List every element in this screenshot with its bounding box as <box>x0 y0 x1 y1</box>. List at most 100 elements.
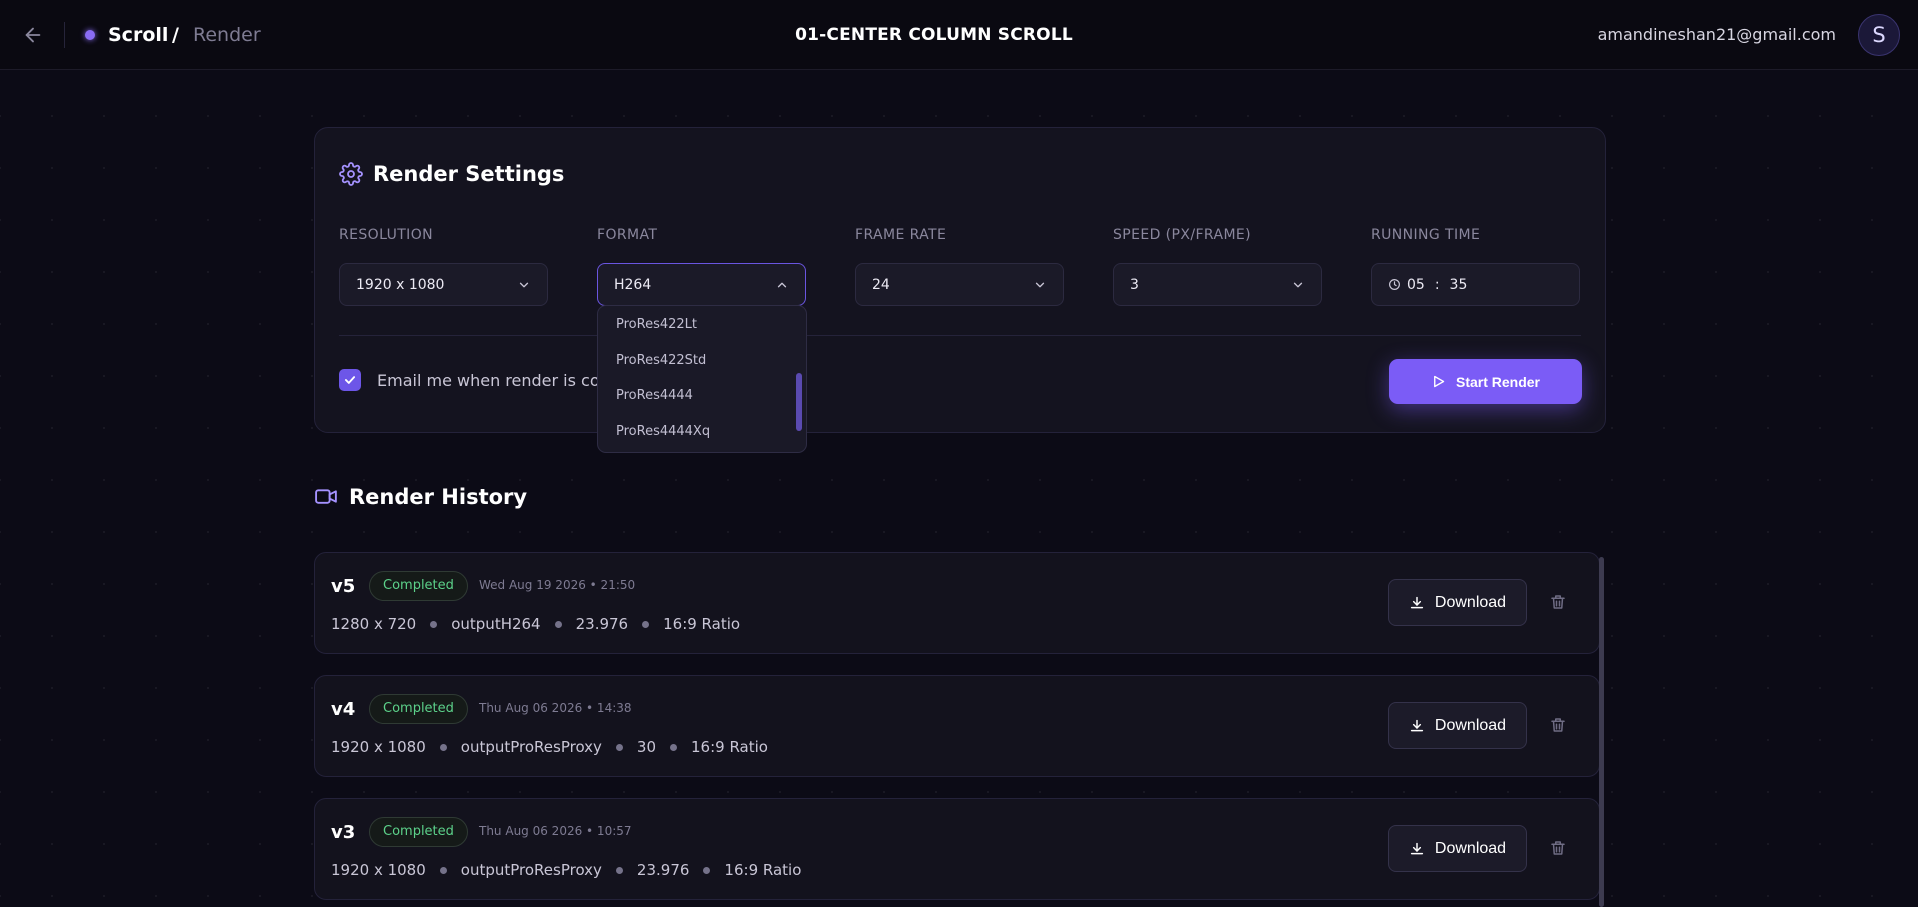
meta-dot <box>430 620 438 628</box>
status-badge: Completed <box>369 571 468 601</box>
format-option[interactable]: ProRes4444 <box>598 378 806 414</box>
render-settings-title: Render Settings <box>373 162 565 186</box>
resolution-field: RESOLUTION 1920 x 1080 <box>339 225 548 306</box>
format-dropdown-menu: ProRes422Lt ProRes422Std ProRes4444 ProR… <box>597 305 807 453</box>
download-label: Download <box>1434 593 1507 611</box>
check-icon <box>344 376 356 384</box>
download-icon <box>1410 719 1423 731</box>
history-row: v5 Completed Wed Aug 19 2026 • 21:50 128… <box>314 552 1600 654</box>
download-button[interactable]: Download <box>1388 702 1527 749</box>
row-date: Thu Aug 06 2026 • 10:57 <box>479 824 632 838</box>
row-ratio: 16:9 Ratio <box>724 861 802 879</box>
row-resolution: 1280 x 720 <box>331 615 417 633</box>
speed-field: SPEED (PX/FRAME) 3 <box>1113 225 1322 306</box>
meta-dot <box>439 866 447 874</box>
delete-button[interactable] <box>1547 714 1569 736</box>
format-select[interactable]: H264 <box>597 263 806 306</box>
running-time-field: RUNNING TIME 05 : 35 <box>1371 225 1580 306</box>
chevron-down-icon <box>1035 282 1045 287</box>
speed-label: SPEED (PX/FRAME) <box>1113 227 1252 243</box>
chevron-up-icon <box>777 282 787 287</box>
frame-rate-label: FRAME RATE <box>855 227 947 243</box>
trash-icon <box>1551 595 1565 609</box>
meta-dot <box>642 620 650 628</box>
meta-dot <box>615 743 623 751</box>
speed-select[interactable]: 3 <box>1113 263 1322 306</box>
meta-dot <box>703 866 711 874</box>
row-date: Wed Aug 19 2026 • 21:50 <box>479 578 636 592</box>
download-button[interactable]: Download <box>1388 579 1527 626</box>
frame-rate-field: FRAME RATE 24 <box>855 225 1064 306</box>
play-icon <box>1434 375 1445 388</box>
top-bar: Scroll / Render 01-CENTER COLUMN SCROLL … <box>0 0 1918 70</box>
download-icon <box>1410 842 1423 854</box>
delete-button[interactable] <box>1547 837 1569 859</box>
format-label: FORMAT <box>597 227 658 243</box>
delete-button[interactable] <box>1547 591 1569 613</box>
gear-icon <box>339 162 363 186</box>
running-time-label: RUNNING TIME <box>1371 227 1481 243</box>
frame-rate-select[interactable]: 24 <box>855 263 1064 306</box>
email-notify-checkbox[interactable] <box>339 369 361 391</box>
running-time-input[interactable]: 05 : 35 <box>1371 263 1580 306</box>
row-meta: 1280 x 720 outputH264 23.976 16:9 Ratio <box>331 615 740 633</box>
format-option[interactable]: ProRes422Std <box>598 343 806 379</box>
user-email: amandineshan21@gmail.com <box>1597 25 1836 44</box>
status-badge: Completed <box>369 817 468 847</box>
chevron-down-icon <box>519 282 529 287</box>
download-button[interactable]: Download <box>1388 825 1527 872</box>
resolution-value: 1920 x 1080 <box>356 276 445 293</box>
render-history-header: Render History <box>314 484 527 509</box>
format-field: FORMAT H264 <box>597 225 806 306</box>
row-output: outputH264 <box>451 615 541 633</box>
meta-dot <box>670 743 678 751</box>
resolution-label: RESOLUTION <box>339 227 434 243</box>
render-history-title: Render History <box>349 484 528 509</box>
row-meta: 1920 x 1080 outputProResProxy 30 16:9 Ra… <box>331 738 768 756</box>
row-version: v4 <box>331 699 356 720</box>
chevron-down-icon <box>1293 282 1303 287</box>
trash-icon <box>1551 718 1565 732</box>
start-render-button[interactable]: Start Render <box>1389 359 1582 404</box>
dropdown-scrollbar[interactable] <box>796 373 802 431</box>
trash-icon <box>1551 841 1565 855</box>
video-camera-icon <box>315 489 337 504</box>
row-version: v3 <box>331 822 356 843</box>
row-fps: 23.976 <box>575 615 629 633</box>
start-render-label: Start Render <box>1455 373 1541 390</box>
row-output: outputProResProxy <box>460 738 602 756</box>
resolution-select[interactable]: 1920 x 1080 <box>339 263 548 306</box>
avatar[interactable]: S <box>1858 14 1900 56</box>
status-badge: Completed <box>369 694 468 724</box>
download-label: Download <box>1434 839 1507 857</box>
running-time-minutes[interactable]: 05 <box>1407 277 1425 293</box>
meta-dot <box>554 620 562 628</box>
history-row: v4 Completed Thu Aug 06 2026 • 14:38 192… <box>314 675 1600 777</box>
download-label: Download <box>1434 716 1507 734</box>
format-option[interactable]: ProRes4444Xq <box>598 414 806 450</box>
format-value: H264 <box>614 276 652 293</box>
clock-icon <box>1389 279 1400 290</box>
row-date: Thu Aug 06 2026 • 14:38 <box>479 701 632 715</box>
download-icon <box>1410 596 1423 608</box>
row-meta: 1920 x 1080 outputProResProxy 23.976 16:… <box>331 861 801 879</box>
row-ratio: 16:9 Ratio <box>691 738 768 756</box>
settings-divider <box>339 335 1581 336</box>
frame-rate-value: 24 <box>872 276 890 293</box>
history-scrollbar[interactable] <box>1599 557 1604 907</box>
meta-dot <box>439 743 447 751</box>
running-time-seconds[interactable]: 35 <box>1450 277 1468 293</box>
history-row: v3 Completed Thu Aug 06 2026 • 10:57 192… <box>314 798 1600 900</box>
page-title: 01-CENTER COLUMN SCROLL <box>795 25 1073 45</box>
render-settings-header: Render Settings <box>339 162 564 186</box>
running-time-separator: : <box>1434 276 1440 293</box>
row-resolution: 1920 x 1080 <box>331 738 426 756</box>
speed-value: 3 <box>1130 276 1139 293</box>
format-option[interactable]: ProRes422Lt <box>598 307 806 343</box>
render-settings-card: Render Settings RESOLUTION 1920 x 1080 F… <box>314 127 1606 433</box>
row-ratio: 16:9 Ratio <box>663 615 741 633</box>
meta-dot <box>615 866 623 874</box>
row-output: outputProResProxy <box>460 861 602 879</box>
row-fps: 30 <box>636 738 657 756</box>
row-fps: 23.976 <box>636 861 690 879</box>
